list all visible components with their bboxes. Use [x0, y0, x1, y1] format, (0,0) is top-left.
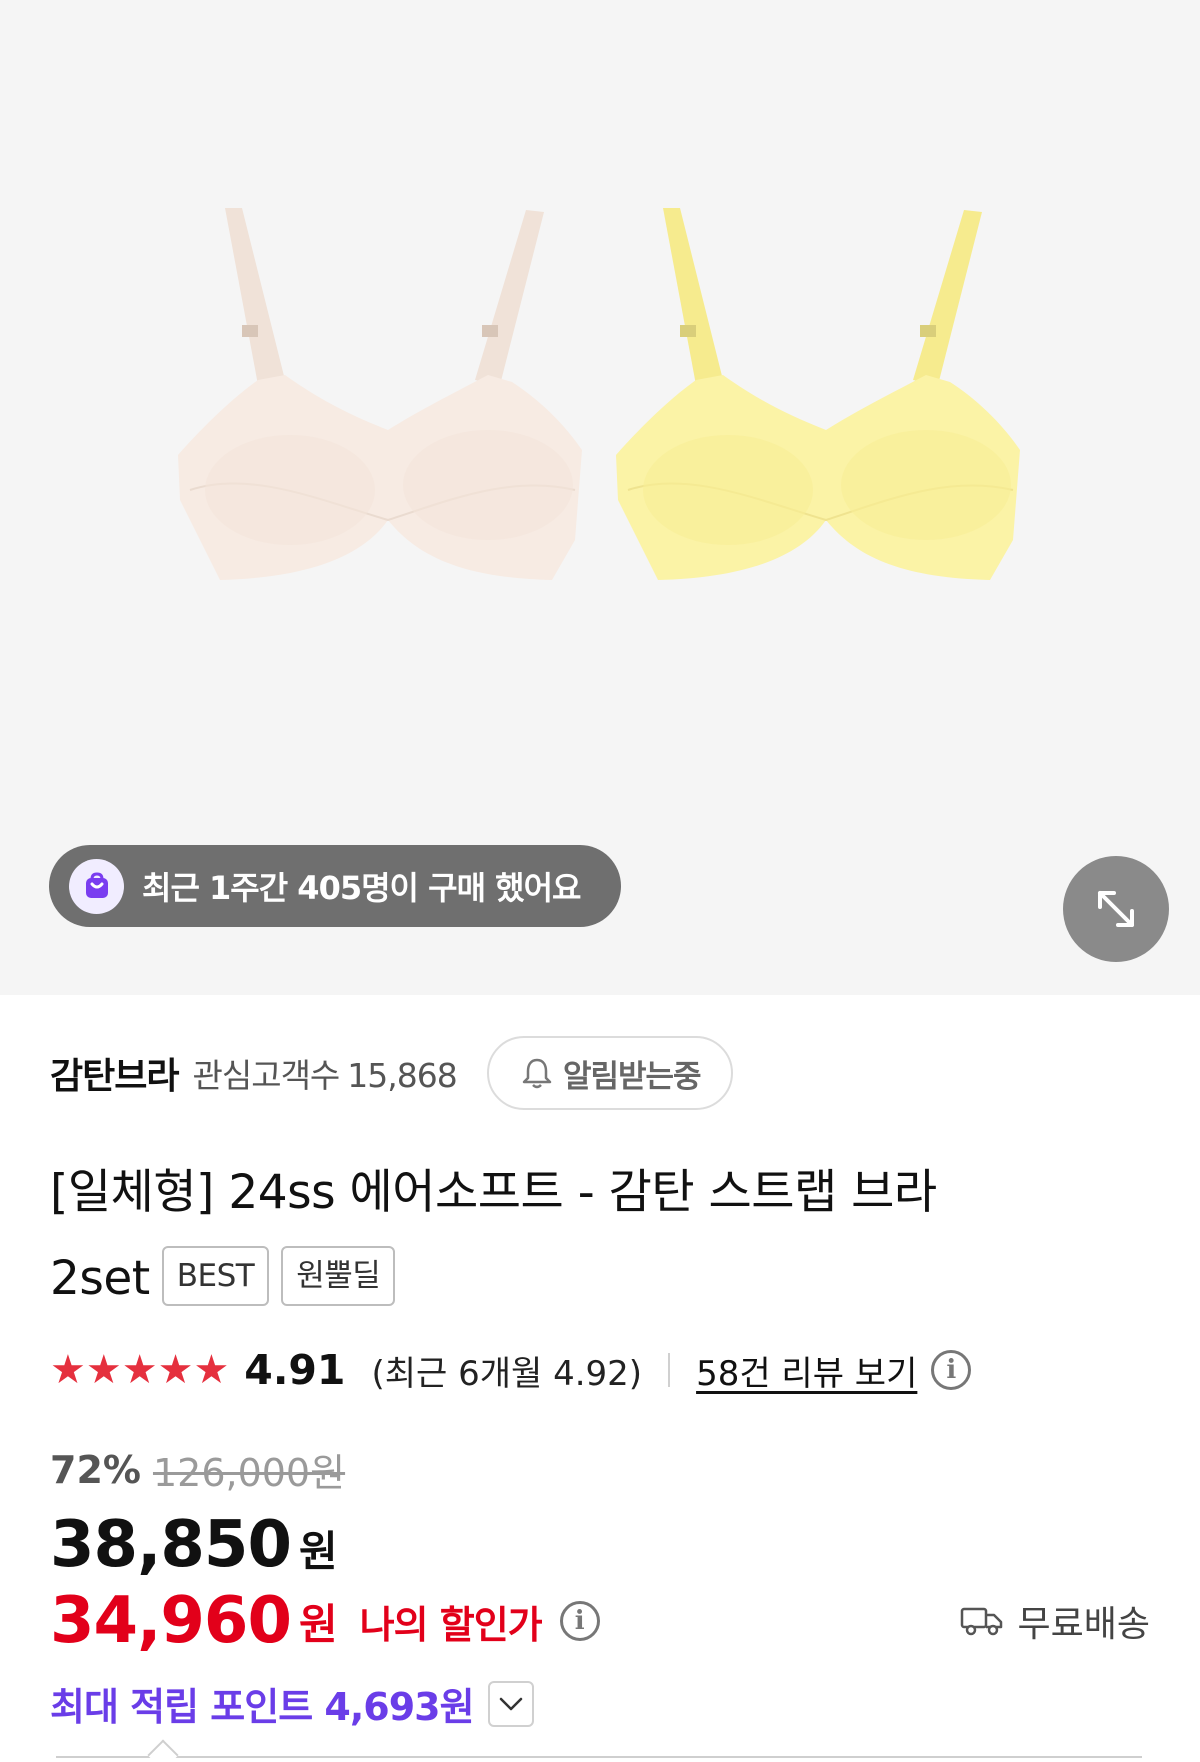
- rating-row: ★★★★★ 4.91 (최근 6개월 4.92) 58건 리뷰 보기 i: [50, 1340, 972, 1400]
- my-price: 34,960: [50, 1584, 292, 1658]
- badge-best: BEST: [161, 1245, 270, 1306]
- max-points: 최대 적립 포인트 4,693원: [50, 1685, 475, 1729]
- sale-price: 38,850: [50, 1508, 292, 1582]
- alarm-label: 알림받는중: [562, 1058, 702, 1095]
- chevron-down-icon: [499, 1697, 522, 1710]
- product-image-beige: [178, 208, 582, 580]
- fans-count: 관심고객수 15,868: [192, 1049, 457, 1097]
- product-image[interactable]: 최근 1주간 405명이 구매 했어요: [0, 0, 1200, 995]
- bell-icon: [522, 1058, 552, 1089]
- sale-currency: 원: [298, 1527, 338, 1576]
- fans-label: 관심고객수: [192, 1056, 340, 1095]
- alarm-button[interactable]: 알림받는중: [486, 1036, 733, 1110]
- info-icon[interactable]: i: [931, 1350, 972, 1390]
- truck-icon: [960, 1607, 1002, 1636]
- points-row: 최대 적립 포인트 4,693원: [50, 1676, 534, 1731]
- fans-number: 15,868: [347, 1056, 457, 1095]
- sale-price-row: 38,850 원: [50, 1508, 338, 1582]
- star-rating: ★★★★★: [50, 1350, 230, 1390]
- recent-rating: (최근 6개월 4.92): [371, 1353, 643, 1394]
- shopping-bag-icon: [69, 858, 124, 914]
- purchase-count-text: 최근 1주간 405명이 구매 했어요: [142, 869, 581, 907]
- divider: [668, 1353, 671, 1387]
- product-title-line1: [일체형] 24ss 에어소프트 - 감탄 스트랩 브라: [50, 1165, 937, 1220]
- brand-row: 감탄브라 관심고객수 15,868 알림받는중: [50, 1036, 733, 1110]
- original-price: 126,000원: [152, 1451, 346, 1495]
- discount-percent: 72%: [50, 1447, 141, 1492]
- product-title: [일체형] 24ss 에어소프트 - 감탄 스트랩 브라 2set BEST 원뿔딜: [50, 1150, 1150, 1322]
- expand-icon: [1098, 891, 1134, 927]
- badge-deal: 원뿔딜: [281, 1245, 396, 1306]
- points-tooltip-notch: [147, 1739, 179, 1762]
- brand-name[interactable]: 감탄브라: [50, 1047, 179, 1099]
- points-expand-button[interactable]: [487, 1680, 534, 1727]
- shipping-info: 무료배송: [960, 1595, 1150, 1647]
- points-tooltip-edge: [56, 1756, 1142, 1762]
- expand-image-button[interactable]: [1063, 856, 1169, 962]
- discount-row: 72% 126,000원: [50, 1442, 345, 1497]
- shipping-label: 무료배송: [1017, 1604, 1150, 1645]
- review-link[interactable]: 58건 리뷰 보기: [696, 1346, 917, 1395]
- product-image-yellow: [616, 208, 1020, 580]
- my-price-info-icon[interactable]: i: [559, 1601, 600, 1641]
- rating-score: 4.91: [244, 1346, 346, 1394]
- my-price-label: 나의 할인가: [359, 1602, 543, 1647]
- star-icons: ★★★★★: [50, 1347, 230, 1393]
- my-price-row: 34,960 원 나의 할인가 i 무료배송: [50, 1584, 1150, 1658]
- product-title-line2: 2set: [50, 1251, 150, 1306]
- my-price-currency: 원: [298, 1599, 338, 1649]
- purchase-count-pill: 최근 1주간 405명이 구매 했어요: [49, 845, 621, 927]
